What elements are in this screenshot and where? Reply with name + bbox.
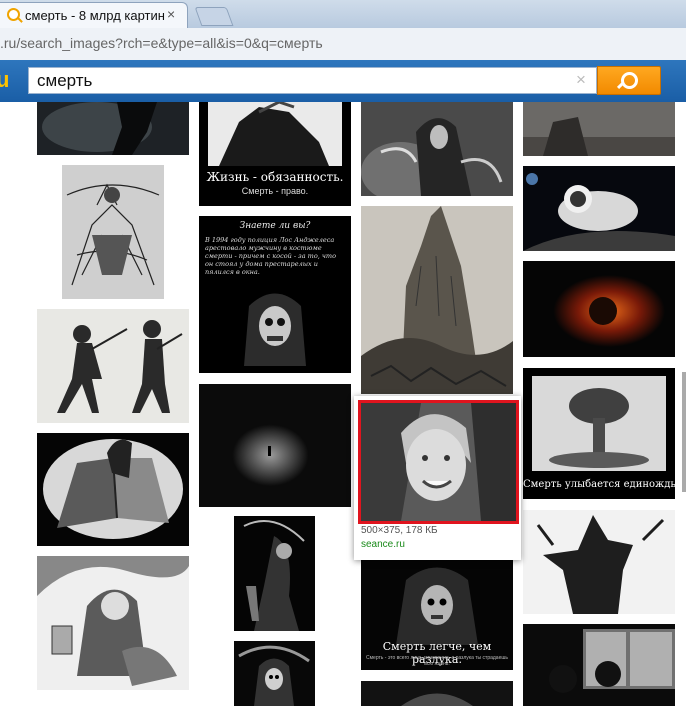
image-result[interactable]: Смерть улыбается единожды. bbox=[523, 368, 675, 499]
demotivator-subtitle: Смерть - право. bbox=[241, 186, 309, 196]
image-result[interactable]: Жизнь - обязанность. Смерть - право. bbox=[199, 102, 351, 206]
image-result[interactable] bbox=[37, 433, 189, 546]
image-results: Жизнь - обязанность. Смерть - право. Зна… bbox=[0, 102, 686, 706]
image-result[interactable] bbox=[234, 516, 315, 631]
hover-highlight bbox=[358, 400, 519, 524]
image-result[interactable]: Знаете ли вы? В 1994 году полиция Лос Ан… bbox=[199, 216, 351, 373]
search-icon bbox=[621, 72, 638, 89]
new-tab-icon[interactable] bbox=[194, 7, 234, 26]
image-result[interactable] bbox=[361, 681, 513, 706]
demotivator-subtitle: Смерть - это всего лишь мгновение, а раз… bbox=[366, 655, 508, 667]
image-result[interactable] bbox=[37, 102, 189, 155]
image-result[interactable] bbox=[523, 166, 675, 251]
url-text[interactable]: .ru/search_images?rch=e&type=all&is=0&q=… bbox=[0, 35, 323, 51]
search-favicon-icon bbox=[7, 8, 20, 21]
tab-strip: смерть - 8 млрд картино × bbox=[0, 0, 686, 28]
image-source-link[interactable]: seance.ru bbox=[361, 539, 405, 550]
scrollbar[interactable] bbox=[682, 372, 686, 492]
image-result[interactable] bbox=[523, 510, 675, 614]
demotivator-title: Смерть улыбается единожды. bbox=[523, 479, 675, 490]
image-result[interactable] bbox=[523, 261, 675, 357]
logo[interactable]: u bbox=[0, 67, 9, 93]
image-result[interactable] bbox=[361, 206, 513, 394]
quiz-title: Знаете ли вы? bbox=[239, 221, 311, 231]
clear-icon[interactable]: × bbox=[576, 70, 586, 90]
browser-tab[interactable]: смерть - 8 млрд картино × bbox=[0, 2, 188, 28]
search-input[interactable] bbox=[28, 67, 597, 94]
image-result[interactable] bbox=[234, 641, 315, 706]
image-result[interactable] bbox=[62, 165, 164, 299]
search-header: u × bbox=[0, 60, 686, 102]
image-size-label: 500×375, 178 КБ bbox=[361, 525, 438, 536]
tab-title: смерть - 8 млрд картино bbox=[25, 8, 165, 23]
image-result[interactable] bbox=[37, 556, 189, 690]
demotivator-title: Жизнь - обязанность. bbox=[206, 170, 344, 184]
address-bar[interactable]: .ru/search_images?rch=e&type=all&is=0&q=… bbox=[0, 28, 686, 61]
image-result[interactable] bbox=[523, 624, 675, 706]
close-icon[interactable]: × bbox=[167, 6, 175, 22]
image-result[interactable] bbox=[199, 384, 351, 507]
quiz-text: В 1994 году полиция Лос Анджелеса аресто… bbox=[205, 236, 336, 276]
image-result[interactable] bbox=[523, 102, 675, 156]
search-button[interactable] bbox=[597, 66, 661, 95]
image-result[interactable] bbox=[37, 309, 189, 423]
image-result[interactable] bbox=[361, 102, 513, 196]
image-result[interactable]: Смерть легче, чем разлука. Смерть - это … bbox=[361, 560, 513, 670]
